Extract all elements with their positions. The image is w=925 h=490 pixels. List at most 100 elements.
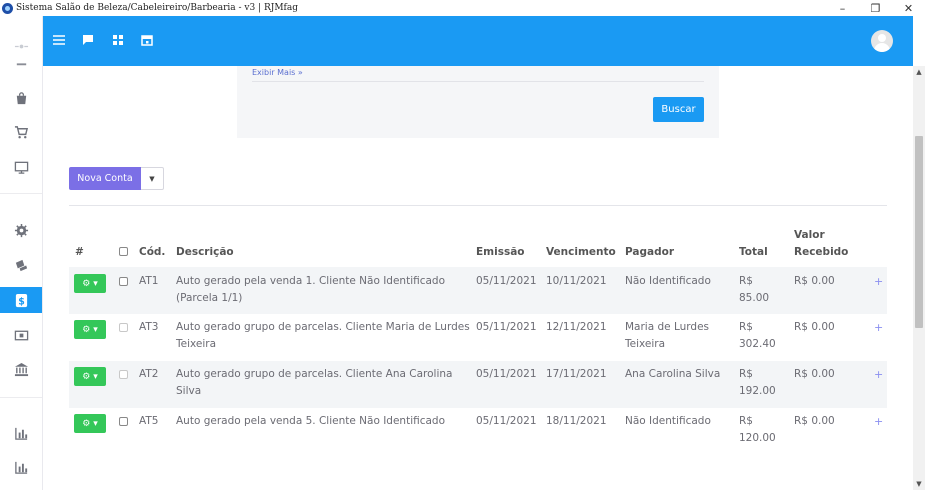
row-description: Auto gerado pela venda 1. Cliente Não Id… xyxy=(176,275,446,287)
menu-icon[interactable] xyxy=(52,33,66,47)
row-description-cont: (Parcela 1/1) xyxy=(176,292,243,304)
avatar[interactable] xyxy=(871,30,893,52)
scroll-thumb[interactable] xyxy=(915,136,923,328)
header-issue-date[interactable]: Emissão xyxy=(476,244,525,261)
header-due-date[interactable]: Vencimento xyxy=(546,244,616,261)
table-row[interactable]: ⚙ ▾ AT5 Auto gerado pela venda 5. Client… xyxy=(69,408,887,455)
top-navbar xyxy=(43,16,913,66)
bank-icon xyxy=(14,362,28,376)
sidebar-item-statistics[interactable] xyxy=(0,454,42,480)
row-description-cont: Teixeira xyxy=(176,338,217,350)
sidebar-item-bank[interactable] xyxy=(0,356,42,382)
row-actions-button[interactable]: ⚙ ▾ xyxy=(74,274,106,293)
expand-row-icon[interactable]: + xyxy=(874,319,883,336)
row-issue-date: 05/11/2021 xyxy=(476,275,537,287)
row-description: Auto gerado grupo de parcelas. Cliente M… xyxy=(176,321,470,333)
sidebar-divider xyxy=(0,397,42,398)
sidebar-item-sales[interactable] xyxy=(0,119,42,145)
new-account-button[interactable]: Nova Conta xyxy=(69,167,141,190)
money-icon xyxy=(14,330,28,340)
row-code: AT3 xyxy=(139,321,159,333)
row-code: AT2 xyxy=(139,368,159,380)
new-account-button-group: Nova Conta ▼ xyxy=(69,167,164,190)
partial-icon xyxy=(16,62,26,65)
sidebar-item-settings[interactable] xyxy=(0,217,42,243)
section-divider xyxy=(69,205,887,206)
select-all-checkbox[interactable] xyxy=(119,247,128,256)
expand-row-icon[interactable]: + xyxy=(874,366,883,383)
page-scrollbar[interactable]: ▲ ▼ xyxy=(913,66,925,490)
row-checkbox[interactable] xyxy=(119,370,128,379)
row-total-currency: R$ xyxy=(739,415,753,427)
row-received: R$ 0.00 xyxy=(794,368,835,380)
sidebar-divider xyxy=(0,193,42,194)
bar-chart-icon xyxy=(14,461,27,474)
expand-row-icon[interactable]: + xyxy=(874,273,883,290)
navigation-icon xyxy=(14,44,28,48)
row-received: R$ 0.00 xyxy=(794,321,835,333)
row-checkbox[interactable] xyxy=(119,417,128,426)
sidebar-item-cash[interactable] xyxy=(0,322,42,348)
sidebar-item-finance[interactable]: $ xyxy=(0,287,42,313)
table-row[interactable]: ⚙ ▾ AT1 Auto gerado pela venda 1. Client… xyxy=(69,267,887,314)
row-due-date: 12/11/2021 xyxy=(546,321,607,333)
header-received-line1[interactable]: Valor xyxy=(794,227,825,244)
row-checkbox[interactable] xyxy=(119,323,128,332)
scroll-up-icon[interactable]: ▲ xyxy=(915,68,923,76)
minimize-button[interactable]: – xyxy=(826,0,859,16)
sidebar-item-pdv[interactable] xyxy=(0,154,42,180)
row-total-currency: R$ xyxy=(739,275,753,287)
calendar-icon[interactable] xyxy=(140,33,154,47)
dollar-icon: $ xyxy=(15,293,27,307)
header-description[interactable]: Descrição xyxy=(176,244,234,261)
row-code: AT1 xyxy=(139,275,159,287)
grid-icon[interactable] xyxy=(111,33,125,47)
new-account-dropdown-toggle[interactable]: ▼ xyxy=(141,167,164,190)
row-actions-button[interactable]: ⚙ ▾ xyxy=(74,367,106,386)
header-payer[interactable]: Pagador xyxy=(625,244,674,261)
row-issue-date: 05/11/2021 xyxy=(476,321,537,333)
row-payer: Não Identificado xyxy=(625,275,711,287)
row-payer: Não Identificado xyxy=(625,415,711,427)
sidebar-item-tickets[interactable] xyxy=(0,252,42,278)
row-description: Auto gerado grupo de parcelas. Cliente A… xyxy=(176,368,453,380)
row-payer: Maria de Lurdes xyxy=(625,321,710,333)
row-code: AT5 xyxy=(139,415,159,427)
tickets-icon xyxy=(15,259,27,271)
row-total-currency: R$ xyxy=(739,368,753,380)
row-actions-button[interactable]: ⚙ ▾ xyxy=(74,414,106,433)
expand-row-icon[interactable]: + xyxy=(874,413,883,430)
row-description: Auto gerado pela venda 5. Cliente Não Id… xyxy=(176,415,446,427)
row-description-cont: Silva xyxy=(176,385,202,397)
table-row[interactable]: ⚙ ▾ AT2 Auto gerado grupo de parcelas. C… xyxy=(69,361,887,408)
chat-icon[interactable] xyxy=(81,33,95,47)
filter-divider xyxy=(252,81,704,82)
header-code[interactable]: Cód. xyxy=(139,244,165,261)
row-actions-button[interactable]: ⚙ ▾ xyxy=(74,320,106,339)
gear-icon xyxy=(14,223,28,237)
header-total[interactable]: Total xyxy=(739,244,768,261)
scroll-down-icon[interactable]: ▼ xyxy=(915,480,923,488)
window-controls: – ❐ ✕ xyxy=(826,0,925,16)
shopping-cart-icon xyxy=(14,125,28,138)
search-button[interactable]: Buscar xyxy=(653,97,704,122)
row-total-value: 120.00 xyxy=(739,432,776,444)
sidebar-item-partial[interactable] xyxy=(0,56,42,66)
close-button[interactable]: ✕ xyxy=(892,0,925,16)
table-row[interactable]: ⚙ ▾ AT3 Auto gerado grupo de parcelas. C… xyxy=(69,314,887,361)
svg-text:$: $ xyxy=(18,296,25,307)
show-more-link[interactable]: Exibir Mais » xyxy=(252,68,303,77)
bar-chart-icon xyxy=(14,427,27,440)
restore-button[interactable]: ❐ xyxy=(859,0,892,16)
row-issue-date: 05/11/2021 xyxy=(476,415,537,427)
row-checkbox[interactable] xyxy=(119,277,128,286)
header-received-line2[interactable]: Recebido xyxy=(794,244,848,261)
window-titlebar: Sistema Salão de Beleza/Cabeleireiro/Bar… xyxy=(0,0,925,16)
row-total-value: 302.40 xyxy=(739,338,776,350)
sidebar-item-products[interactable] xyxy=(0,85,42,111)
row-payer: Ana Carolina Silva xyxy=(625,368,721,380)
row-total-value: 192.00 xyxy=(739,385,776,397)
header-hash: # xyxy=(75,246,84,258)
sidebar-item-reports[interactable] xyxy=(0,420,42,446)
app-logo-icon xyxy=(2,2,13,14)
